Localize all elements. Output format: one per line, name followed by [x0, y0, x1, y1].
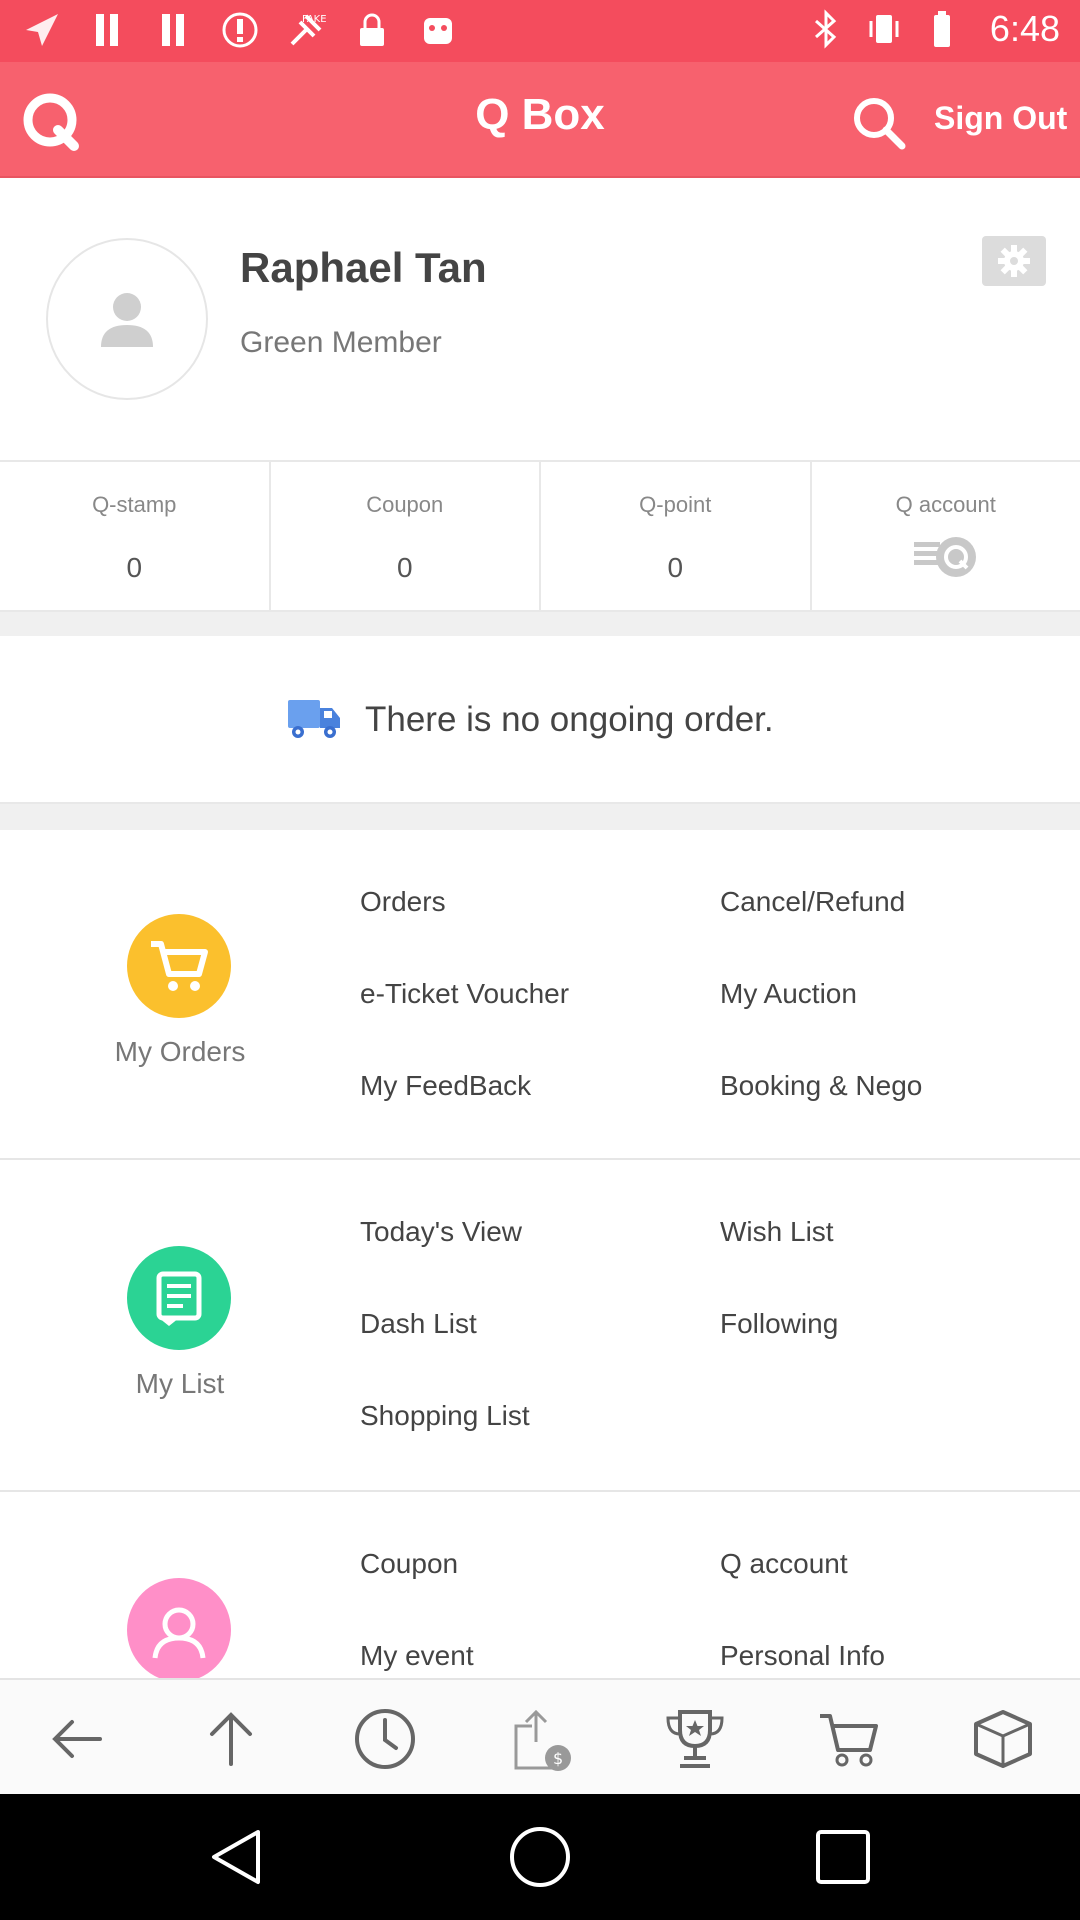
- person-icon: [152, 1607, 206, 1659]
- link-booking-nego[interactable]: Booking & Nego: [720, 1070, 922, 1102]
- section-my-account: Coupon Q account My event Personal Info: [0, 1492, 1080, 1678]
- my-account-icon-circle[interactable]: [127, 1578, 231, 1678]
- stat-label: Q account: [895, 492, 996, 517]
- nav-back-icon[interactable]: [204, 1824, 270, 1890]
- status-bar: FAKE 6:48: [0, 0, 1080, 62]
- link-q-account[interactable]: Q account: [720, 1548, 848, 1580]
- android-icon: [424, 18, 452, 44]
- status-time: 6:48: [989, 8, 1060, 49]
- stat-q-point[interactable]: Q-point 0: [541, 462, 812, 610]
- stat-q-account[interactable]: Q account: [812, 462, 1080, 610]
- svg-text:$: $: [553, 1749, 563, 1768]
- alert-icon: [222, 12, 258, 48]
- profile-card: Raphael Tan Green Member: [0, 178, 1080, 460]
- vibrate-icon: [869, 15, 899, 43]
- stat-label: Coupon: [366, 492, 444, 517]
- q-account-icon: [913, 537, 976, 577]
- up-arrow-icon[interactable]: [196, 1704, 266, 1774]
- link-personal-info[interactable]: Personal Info: [720, 1640, 885, 1672]
- cart-icon: [151, 941, 208, 991]
- my-list-icon-circle[interactable]: [127, 1246, 231, 1350]
- link-my-feedback[interactable]: My FeedBack: [360, 1070, 531, 1102]
- link-following[interactable]: Following: [720, 1308, 838, 1340]
- nav-recents-icon[interactable]: [810, 1824, 876, 1890]
- divider: [0, 612, 1080, 636]
- avatar[interactable]: [46, 238, 208, 400]
- link-cancel-refund[interactable]: Cancel/Refund: [720, 886, 905, 918]
- bluetooth-icon: [814, 9, 837, 49]
- order-status-banner[interactable]: There is no ongoing order.: [0, 636, 1080, 804]
- stats-bar: Q-stamp 0 Coupon 0 Q-point 0 Q account: [0, 460, 1080, 612]
- no-order-message: There is no ongoing order.: [365, 700, 774, 739]
- link-todays-view[interactable]: Today's View: [360, 1216, 522, 1248]
- gear-icon: [998, 245, 1030, 277]
- link-coupon[interactable]: Coupon: [360, 1548, 458, 1580]
- link-orders[interactable]: Orders: [360, 886, 446, 918]
- list-icon: [156, 1271, 202, 1326]
- section-label: My List: [135, 1368, 225, 1399]
- stat-label: Q-stamp: [92, 492, 177, 517]
- share-money-icon[interactable]: $: [506, 1704, 576, 1774]
- link-wish-list[interactable]: Wish List: [720, 1216, 834, 1248]
- clock-icon[interactable]: [350, 1704, 420, 1774]
- bookmark-icon-2: [162, 14, 184, 46]
- lock-icon: [360, 13, 384, 46]
- system-navigation-bar: [0, 1794, 1080, 1920]
- bottom-toolbar: $: [0, 1678, 1080, 1794]
- sign-out-button[interactable]: Sign Out: [934, 100, 1067, 137]
- user-silhouette-icon: [101, 293, 153, 347]
- stat-coupon[interactable]: Coupon 0: [271, 462, 541, 610]
- section-my-list: My List Today's View Wish List Dash List…: [0, 1160, 1080, 1492]
- stat-value: 0: [126, 552, 143, 583]
- svg-text:FAKE: FAKE: [302, 14, 326, 25]
- link-my-auction[interactable]: My Auction: [720, 978, 857, 1010]
- page-title: Q Box: [475, 90, 605, 139]
- stat-label: Q-point: [639, 492, 712, 517]
- truck-icon: [288, 700, 340, 738]
- cart-icon[interactable]: [814, 1704, 884, 1774]
- stat-value: 0: [396, 552, 413, 583]
- link-dash-list[interactable]: Dash List: [360, 1308, 477, 1340]
- back-arrow-icon[interactable]: [42, 1704, 112, 1774]
- divider: [0, 804, 1080, 830]
- settings-button[interactable]: [982, 236, 1046, 286]
- nav-home-icon[interactable]: [507, 1824, 573, 1890]
- box-icon[interactable]: [968, 1704, 1038, 1774]
- app-header: Q Box Sign Out: [0, 62, 1080, 178]
- trophy-icon[interactable]: [660, 1704, 730, 1774]
- my-orders-icon-circle[interactable]: [127, 914, 231, 1018]
- search-icon[interactable]: [848, 92, 910, 154]
- fake-gps-icon: FAKE: [290, 14, 326, 46]
- link-shopping-list[interactable]: Shopping List: [360, 1400, 530, 1432]
- stat-q-stamp[interactable]: Q-stamp 0: [0, 462, 271, 610]
- battery-icon: [933, 11, 950, 47]
- stat-value: 0: [667, 552, 684, 583]
- bookmark-icon: [96, 14, 118, 46]
- member-level: Green Member: [240, 326, 442, 359]
- user-name: Raphael Tan: [240, 244, 487, 291]
- section-label: My Orders: [114, 1036, 246, 1067]
- send-icon: [26, 14, 58, 46]
- section-my-orders: My Orders Orders Cancel/Refund e-Ticket …: [0, 830, 1080, 1160]
- link-e-ticket-voucher[interactable]: e-Ticket Voucher: [360, 978, 569, 1010]
- link-my-event[interactable]: My event: [360, 1640, 474, 1672]
